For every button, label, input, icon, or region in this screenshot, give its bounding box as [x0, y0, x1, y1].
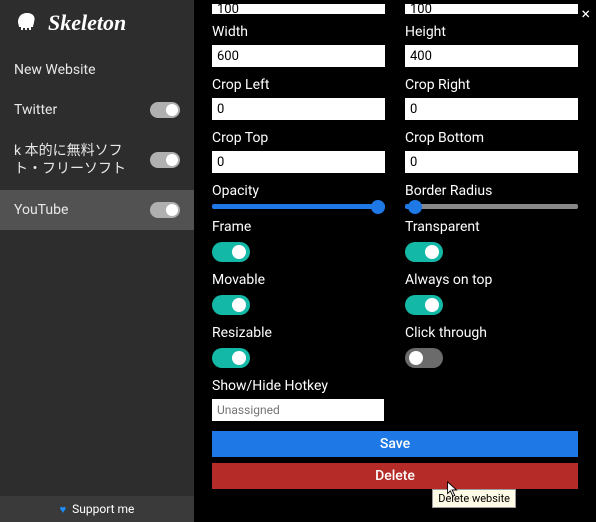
skull-icon — [14, 12, 40, 34]
crop-right-label: Crop Right — [405, 77, 578, 93]
sidebar: Skeleton New Website Twitter k 本的に無料ソフト・… — [0, 0, 194, 522]
height-input[interactable] — [405, 45, 578, 67]
field-top-right — [405, 4, 578, 14]
frame-label: Frame — [212, 219, 385, 235]
delete-button[interactable]: Delete — [212, 463, 578, 489]
border-radius-label: Border Radius — [405, 183, 578, 199]
border-radius-slider[interactable] — [405, 204, 578, 209]
always-on-top-toggle[interactable] — [405, 295, 443, 315]
movable-label: Movable — [212, 272, 385, 288]
hotkey-input[interactable] — [212, 399, 384, 421]
field-top-left — [212, 4, 385, 14]
movable-toggle[interactable] — [212, 295, 250, 315]
resizable-label: Resizable — [212, 325, 385, 341]
close-button[interactable]: × — [581, 4, 590, 23]
app-logo: Skeleton — [0, 0, 194, 50]
cursor-icon — [446, 481, 460, 499]
top-left-input[interactable] — [212, 4, 385, 14]
crop-bottom-label: Crop Bottom — [405, 130, 578, 146]
app-name: Skeleton — [48, 10, 126, 36]
opacity-slider[interactable] — [212, 204, 385, 209]
delete-tooltip: Delete website — [432, 489, 516, 508]
sidebar-item-new-website[interactable]: New Website — [0, 50, 194, 90]
always-on-top-label: Always on top — [405, 272, 578, 288]
crop-left-label: Crop Left — [212, 77, 385, 93]
crop-right-input[interactable] — [405, 98, 578, 120]
sidebar-item-label: YouTube — [14, 202, 150, 218]
main-panel: × Width Height Crop Left Crop Right Crop… — [194, 0, 596, 522]
frame-toggle[interactable] — [212, 242, 250, 262]
click-through-toggle[interactable] — [405, 348, 443, 368]
transparent-toggle[interactable] — [405, 242, 443, 262]
sidebar-item-label: New Website — [14, 62, 180, 78]
sidebar-item-youtube[interactable]: YouTube — [0, 190, 194, 230]
support-me-button[interactable]: ♥ Support me — [0, 496, 194, 522]
crop-left-input[interactable] — [212, 98, 385, 120]
crop-bottom-input[interactable] — [405, 151, 578, 173]
top-right-input[interactable] — [405, 4, 578, 14]
heart-icon: ♥ — [60, 503, 67, 516]
sidebar-item-freesoft[interactable]: k 本的に無料ソフト・フリーソフト — [0, 130, 194, 190]
crop-top-input[interactable] — [212, 151, 385, 173]
height-label: Height — [405, 24, 578, 40]
sidebar-toggle-twitter[interactable] — [150, 102, 180, 118]
sidebar-toggle-youtube[interactable] — [150, 202, 180, 218]
hotkey-label: Show/Hide Hotkey — [212, 378, 578, 394]
opacity-label: Opacity — [212, 183, 385, 199]
save-button[interactable]: Save — [212, 431, 578, 457]
width-input[interactable] — [212, 45, 385, 67]
sidebar-toggle-freesoft[interactable] — [150, 152, 180, 168]
sidebar-item-label: k 本的に無料ソフト・フリーソフト — [14, 142, 150, 178]
click-through-label: Click through — [405, 325, 578, 341]
sidebar-item-twitter[interactable]: Twitter — [0, 90, 194, 130]
crop-top-label: Crop Top — [212, 130, 385, 146]
support-label: Support me — [72, 502, 134, 516]
resizable-toggle[interactable] — [212, 348, 250, 368]
transparent-label: Transparent — [405, 219, 578, 235]
sidebar-item-label: Twitter — [14, 102, 150, 118]
width-label: Width — [212, 24, 385, 40]
